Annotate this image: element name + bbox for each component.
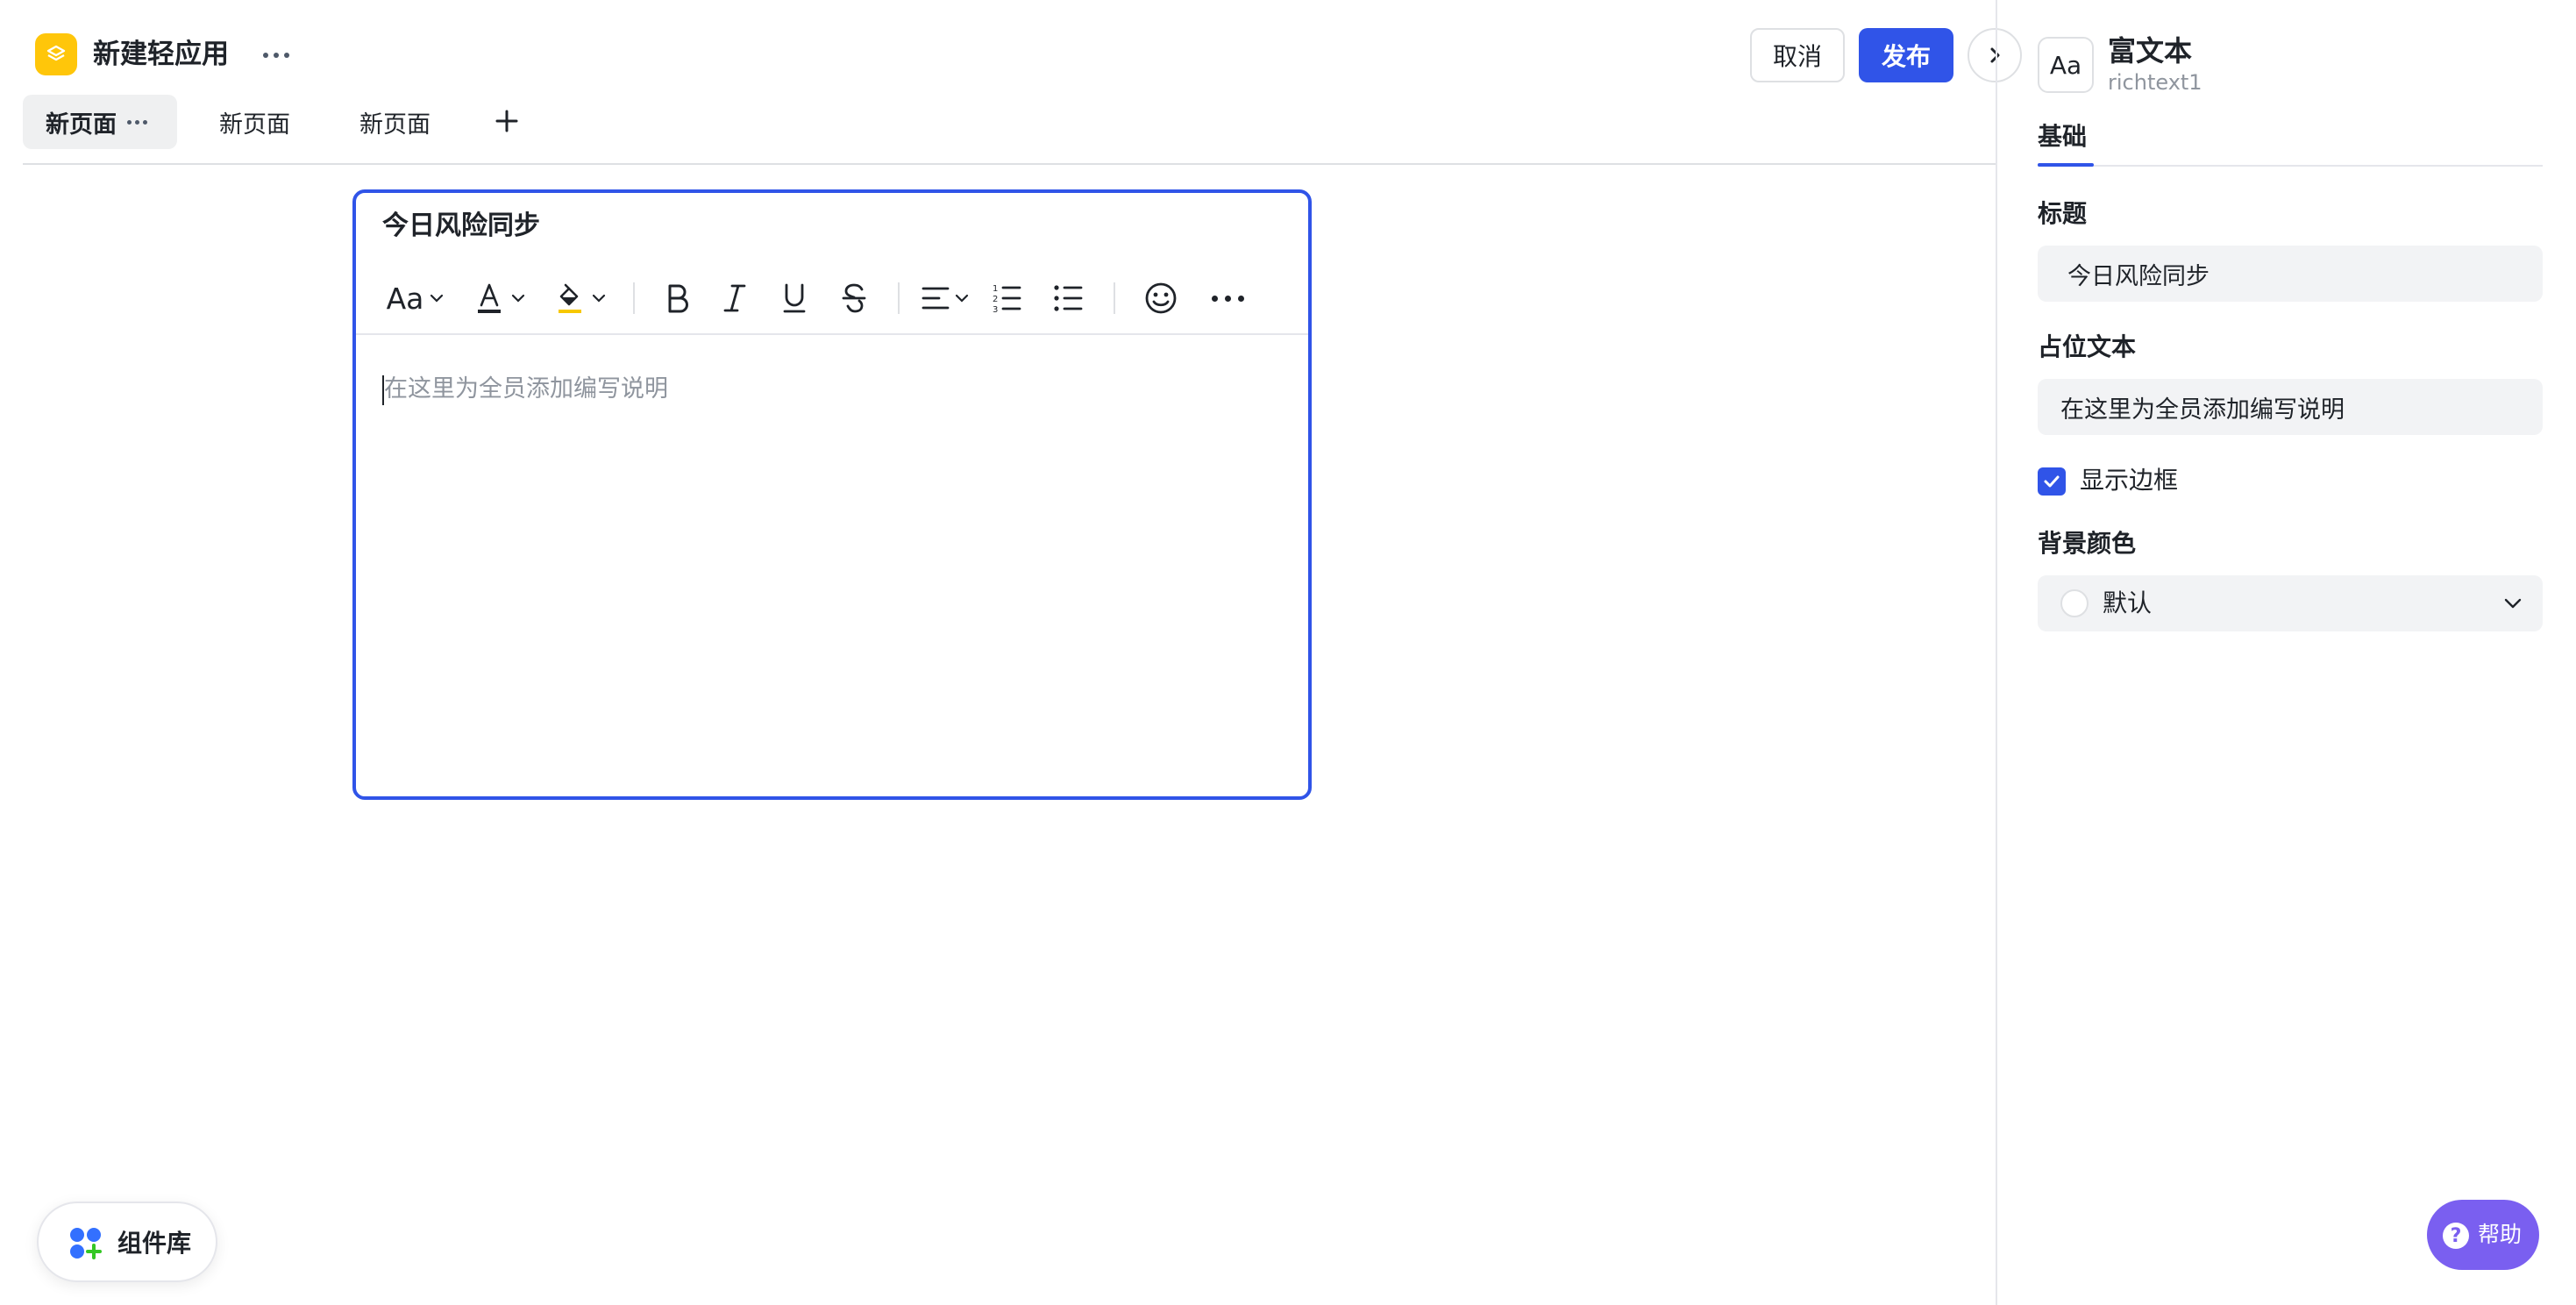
rich-text-editor[interactable]: 在这里为全员添加编写说明: [384, 372, 668, 407]
layers-icon: [46, 45, 66, 61]
page-tab-label: 新页面: [219, 111, 290, 139]
chevron-down-icon: [592, 294, 606, 303]
placeholder-input[interactable]: 在这里为全员添加编写说明: [2038, 379, 2543, 435]
bold-icon: [668, 284, 688, 313]
page-tab-1[interactable]: 新页面: [23, 95, 177, 149]
toolbar-divider: [356, 333, 1308, 335]
check-icon: [2044, 475, 2060, 488]
placeholder-input-value: 在这里为全员添加编写说明: [2060, 396, 2345, 424]
font-color-dropdown[interactable]: [461, 274, 538, 323]
svg-text:2: 2: [993, 295, 998, 304]
tab-bar-baseline: [2038, 165, 2543, 167]
font-color-icon: [478, 283, 501, 313]
svg-text:3: 3: [993, 305, 998, 314]
app-more-icon[interactable]: [263, 53, 289, 58]
show-border-label: 显示边框: [2080, 466, 2179, 495]
title-input[interactable]: 今日风险同步: [2038, 246, 2543, 302]
bullet-list-button[interactable]: [1036, 274, 1099, 323]
highlight-dropdown[interactable]: [542, 274, 619, 323]
page-tab-2[interactable]: 新页面: [219, 95, 290, 149]
placeholder-label: 占位文本: [2038, 332, 2137, 361]
more-icon: [1211, 295, 1244, 302]
font-size-label: Aa: [386, 281, 424, 316]
active-tab-indicator: [2038, 163, 2094, 167]
app-editor: 新建轻应用 取消 发布 新页面 新页面 新页面 今日风险同步 Aa 1 2 3 …: [0, 0, 2576, 1305]
app-title: 新建轻应用: [93, 39, 229, 70]
font-size-dropdown[interactable]: Aa: [379, 274, 452, 323]
page-tab-more-icon[interactable]: [127, 119, 147, 125]
title-label: 标题: [2038, 199, 2088, 228]
panel-divider: [1996, 0, 1997, 1305]
help-icon: ?: [2443, 1223, 2469, 1249]
bold-button[interactable]: [649, 274, 705, 323]
help-label: 帮助: [2478, 1222, 2523, 1247]
toolbar-more-button[interactable]: [1192, 274, 1263, 323]
chevron-down-icon: [955, 294, 969, 303]
rich-text-title: 今日风险同步: [382, 210, 540, 241]
rich-text-toolbar: Aa 1 2 3: [379, 274, 1263, 323]
emoji-icon: [1145, 282, 1177, 314]
ordered-list-icon: 1 2 3: [993, 284, 1021, 314]
publish-button[interactable]: 发布: [1859, 28, 1953, 82]
add-page-icon[interactable]: [491, 105, 523, 137]
italic-button[interactable]: [705, 274, 765, 323]
help-button[interactable]: ? 帮助: [2427, 1200, 2539, 1270]
underline-icon: [783, 283, 806, 313]
strikethrough-button[interactable]: [824, 274, 884, 323]
bg-color-value: 默认: [2103, 588, 2153, 617]
italic-icon: [723, 284, 746, 312]
collapse-panel-button[interactable]: [1968, 28, 2022, 82]
component-name: 富文本: [2108, 34, 2193, 68]
bg-color-label: 背景颜色: [2038, 529, 2137, 558]
page-tab-3[interactable]: 新页面: [359, 95, 431, 149]
tab-basic[interactable]: 基础: [2038, 119, 2087, 154]
show-border-checkbox[interactable]: [2038, 467, 2066, 496]
page-tab-label: 新页面: [46, 111, 117, 139]
color-swatch: [2060, 589, 2089, 617]
component-type-icon: Aa: [2038, 37, 2094, 93]
component-library-button[interactable]: 组件库: [37, 1202, 217, 1282]
align-left-icon: [922, 287, 950, 310]
app-icon: [35, 33, 77, 75]
highlight-icon: [559, 283, 581, 313]
chevron-down-icon: [2504, 598, 2522, 609]
chevron-right-icon: [1990, 47, 2000, 63]
bullet-list-icon: [1054, 285, 1083, 311]
component-library-label: 组件库: [117, 1229, 192, 1258]
align-dropdown[interactable]: [914, 274, 977, 323]
bg-color-select[interactable]: 默认: [2038, 575, 2543, 631]
page-tab-label: 新页面: [359, 111, 431, 139]
chevron-down-icon: [511, 294, 525, 303]
strikethrough-icon: [842, 283, 866, 313]
component-icon-text: Aa: [2049, 50, 2082, 80]
emoji-button[interactable]: [1129, 274, 1192, 323]
rich-text-component[interactable]: 今日风险同步 Aa 1 2 3 在这里为全员添加编写说明: [352, 189, 1312, 800]
component-id: richtext1: [2108, 70, 2202, 95]
toolbar-separator: [898, 282, 900, 314]
title-input-value: 今日风险同步: [2067, 262, 2210, 290]
underline-button[interactable]: [765, 274, 824, 323]
cancel-button[interactable]: 取消: [1750, 28, 1845, 82]
svg-text:1: 1: [993, 284, 998, 294]
toolbar-separator: [633, 282, 635, 314]
chevron-down-icon: [431, 294, 444, 303]
tabs-divider: [23, 163, 1996, 165]
ordered-list-button[interactable]: 1 2 3: [977, 274, 1036, 323]
component-library-icon: [70, 1228, 102, 1259]
toolbar-separator: [1114, 282, 1115, 314]
